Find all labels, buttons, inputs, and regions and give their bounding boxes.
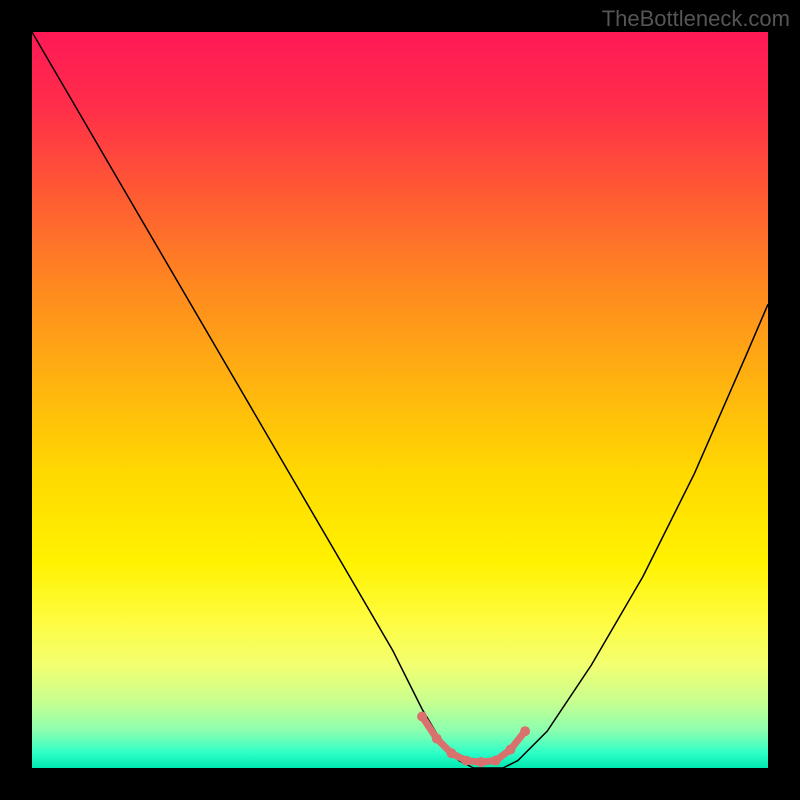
valley-marker-dot [461,756,471,766]
valley-marker-dot [505,745,515,755]
valley-marker-dot [447,748,457,758]
valley-marker-dot [491,756,501,766]
valley-marker-dot [432,734,442,744]
watermark-text: TheBottleneck.com [602,6,790,32]
valley-marker-dot [417,712,427,722]
chart-svg [32,32,768,768]
bottleneck-curve-line [32,32,768,768]
valley-marker-dot [520,726,530,736]
valley-marker-dot [476,757,486,767]
chart-plot-area [32,32,768,768]
